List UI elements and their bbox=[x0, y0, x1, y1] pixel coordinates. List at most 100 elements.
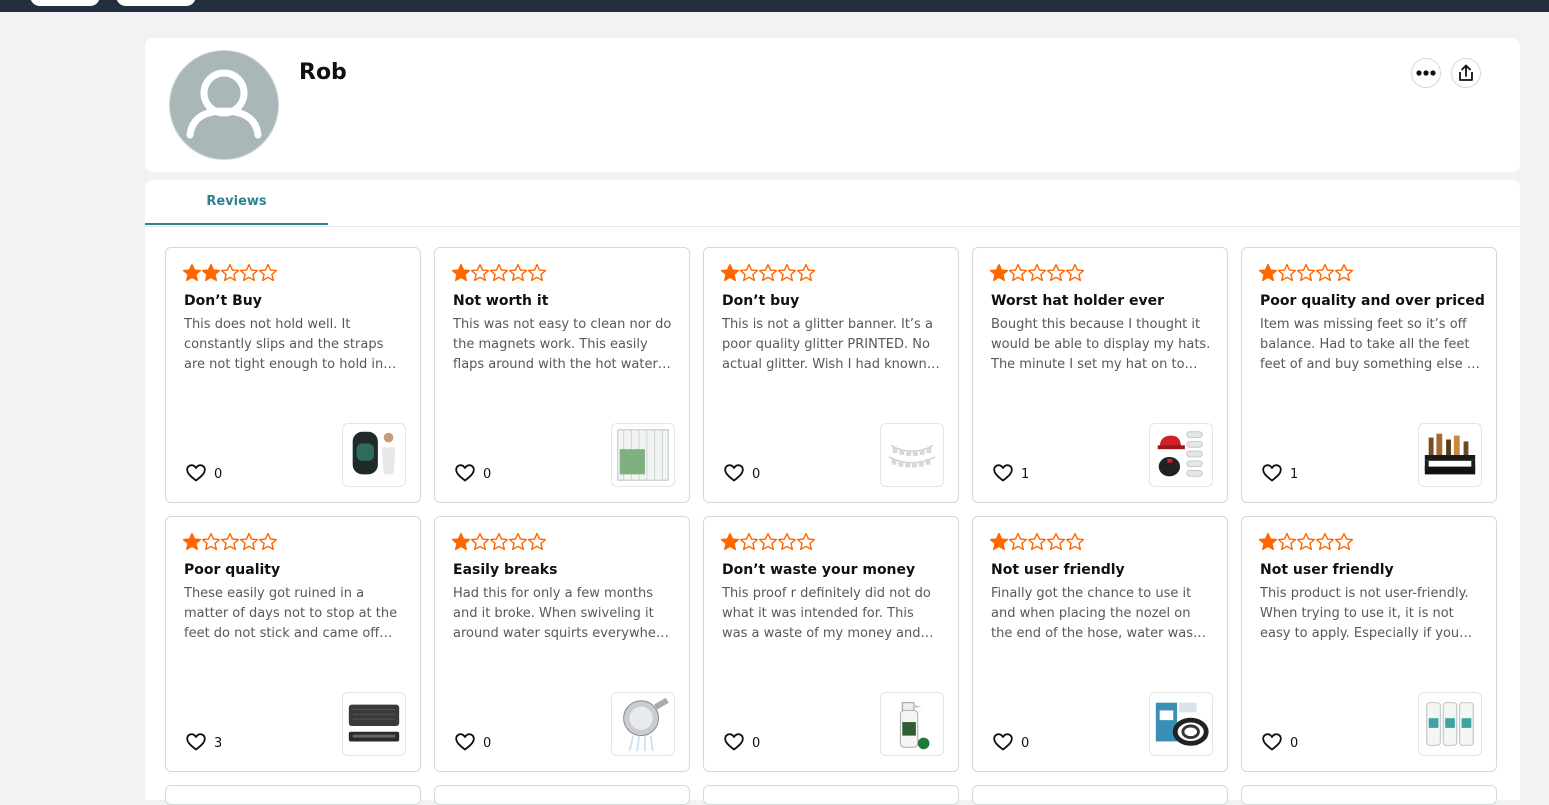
star-empty-icon bbox=[489, 532, 509, 551]
hat-holder-icon bbox=[1157, 431, 1203, 477]
helpful-votes[interactable]: 1 bbox=[993, 464, 1029, 482]
product-thumbnail[interactable] bbox=[1418, 423, 1482, 487]
star-empty-icon bbox=[1296, 532, 1316, 551]
review-card[interactable]: Poor quality These easily got ruined in a… bbox=[165, 516, 421, 772]
more-options-button[interactable] bbox=[1411, 58, 1441, 88]
share-button[interactable] bbox=[1451, 58, 1481, 88]
product-thumbnail[interactable] bbox=[611, 423, 675, 487]
star-filled-icon bbox=[720, 263, 740, 282]
heart-icon[interactable] bbox=[724, 464, 744, 482]
review-card[interactable]: Not user friendly This product is not use… bbox=[1241, 516, 1497, 772]
product-thumbnail[interactable] bbox=[342, 692, 406, 756]
helpful-votes[interactable]: 0 bbox=[1262, 733, 1298, 751]
star-empty-icon bbox=[220, 263, 240, 282]
star-filled-icon bbox=[989, 532, 1009, 551]
review-title[interactable]: Not user friendly bbox=[1260, 562, 1485, 578]
product-thumbnail[interactable] bbox=[1149, 423, 1213, 487]
review-card[interactable] bbox=[434, 785, 690, 805]
helpful-votes[interactable]: 1 bbox=[1262, 464, 1298, 482]
heart-icon[interactable] bbox=[1262, 464, 1282, 482]
review-title[interactable]: Not worth it bbox=[453, 293, 678, 309]
helpful-votes[interactable]: 0 bbox=[993, 733, 1029, 751]
nav-pill[interactable] bbox=[116, 0, 196, 6]
review-card[interactable]: Not user friendly Finally got the chance … bbox=[972, 516, 1228, 772]
star-empty-icon bbox=[1277, 263, 1297, 282]
helpful-votes[interactable]: 0 bbox=[186, 464, 222, 482]
star-empty-icon bbox=[1008, 532, 1028, 551]
star-empty-icon bbox=[489, 263, 509, 282]
bottles-icon bbox=[1426, 702, 1474, 746]
star-empty-icon bbox=[777, 263, 797, 282]
review-title[interactable]: Don’t buy bbox=[722, 293, 947, 309]
review-body: These easily got ruined in a matter of d… bbox=[184, 586, 398, 641]
review-title[interactable]: Poor quality bbox=[184, 562, 409, 578]
review-card[interactable]: Don’t waste your money This proof r defin… bbox=[703, 516, 959, 772]
review-body: Bought this because I thought it would b… bbox=[991, 317, 1211, 372]
review-card[interactable]: Poor quality and over priced Item was mis… bbox=[1241, 247, 1497, 503]
banner-icon bbox=[888, 444, 936, 468]
shelf-icon bbox=[1424, 433, 1476, 475]
review-card[interactable]: Easily breaks Had this for only a few mon… bbox=[434, 516, 690, 772]
star-empty-icon bbox=[1334, 263, 1354, 282]
star-empty-icon bbox=[1046, 532, 1066, 551]
heart-icon[interactable] bbox=[455, 733, 475, 751]
heart-icon[interactable] bbox=[724, 733, 744, 751]
like-count: 1 bbox=[1021, 466, 1030, 482]
review-card[interactable] bbox=[1241, 785, 1497, 805]
nav-pill[interactable] bbox=[30, 0, 100, 6]
star-empty-icon bbox=[796, 263, 816, 282]
star-rating bbox=[720, 532, 816, 552]
product-thumbnail[interactable] bbox=[880, 423, 944, 487]
like-count: 0 bbox=[1021, 735, 1030, 751]
review-card[interactable]: Worst hat holder ever Bought this because… bbox=[972, 247, 1228, 503]
star-empty-icon bbox=[1008, 263, 1028, 282]
product-thumbnail[interactable] bbox=[611, 692, 675, 756]
heart-icon[interactable] bbox=[993, 733, 1013, 751]
review-card[interactable]: Not worth it This was not easy to clean n… bbox=[434, 247, 690, 503]
review-body: Finally got the chance to use it and whe… bbox=[991, 586, 1206, 641]
product-thumbnail[interactable] bbox=[880, 692, 944, 756]
helpful-votes[interactable]: 0 bbox=[724, 733, 760, 751]
star-empty-icon bbox=[796, 532, 816, 551]
heart-icon[interactable] bbox=[1262, 733, 1282, 751]
helpful-votes[interactable]: 0 bbox=[455, 464, 491, 482]
product-thumbnail[interactable] bbox=[342, 423, 406, 487]
star-rating bbox=[720, 263, 816, 283]
review-title[interactable]: Poor quality and over priced bbox=[1260, 293, 1485, 309]
review-body: Item was missing feet so it’s off balanc… bbox=[1260, 317, 1480, 372]
heart-icon[interactable] bbox=[993, 464, 1013, 482]
star-empty-icon bbox=[1065, 532, 1085, 551]
review-title[interactable]: Not user friendly bbox=[991, 562, 1216, 578]
helpful-votes[interactable]: 3 bbox=[186, 733, 222, 751]
heart-icon[interactable] bbox=[455, 464, 475, 482]
tab-reviews[interactable]: Reviews bbox=[145, 180, 328, 225]
helpful-votes[interactable]: 0 bbox=[724, 464, 760, 482]
star-empty-icon bbox=[1277, 532, 1297, 551]
review-title[interactable]: Worst hat holder ever bbox=[991, 293, 1216, 309]
review-card[interactable] bbox=[972, 785, 1228, 805]
review-body: Had this for only a few months and it br… bbox=[453, 586, 669, 641]
review-title[interactable]: Easily breaks bbox=[453, 562, 678, 578]
star-empty-icon bbox=[1065, 263, 1085, 282]
heart-icon[interactable] bbox=[186, 464, 206, 482]
star-empty-icon bbox=[777, 532, 797, 551]
review-title[interactable]: Don’t Buy bbox=[184, 293, 409, 309]
star-rating bbox=[989, 532, 1085, 552]
star-rating bbox=[1258, 263, 1354, 283]
like-count: 0 bbox=[752, 735, 761, 751]
product-thumbnail[interactable] bbox=[1149, 692, 1213, 756]
helpful-votes[interactable]: 0 bbox=[455, 733, 491, 751]
profile-header: Rob bbox=[145, 38, 1520, 172]
star-empty-icon bbox=[470, 532, 490, 551]
heart-icon[interactable] bbox=[186, 733, 206, 751]
review-title[interactable]: Don’t waste your money bbox=[722, 562, 947, 578]
review-card[interactable] bbox=[703, 785, 959, 805]
review-card[interactable] bbox=[165, 785, 421, 805]
review-card[interactable]: Don’t buy This is not a glitter banner. I… bbox=[703, 247, 959, 503]
product-thumbnail[interactable] bbox=[1418, 692, 1482, 756]
like-count: 0 bbox=[483, 466, 492, 482]
star-filled-icon bbox=[720, 532, 740, 551]
star-filled-icon bbox=[182, 532, 202, 551]
review-body: This product is not user-friendly. When … bbox=[1260, 586, 1473, 641]
review-card[interactable]: Don’t Buy This does not hold well. It con… bbox=[165, 247, 421, 503]
